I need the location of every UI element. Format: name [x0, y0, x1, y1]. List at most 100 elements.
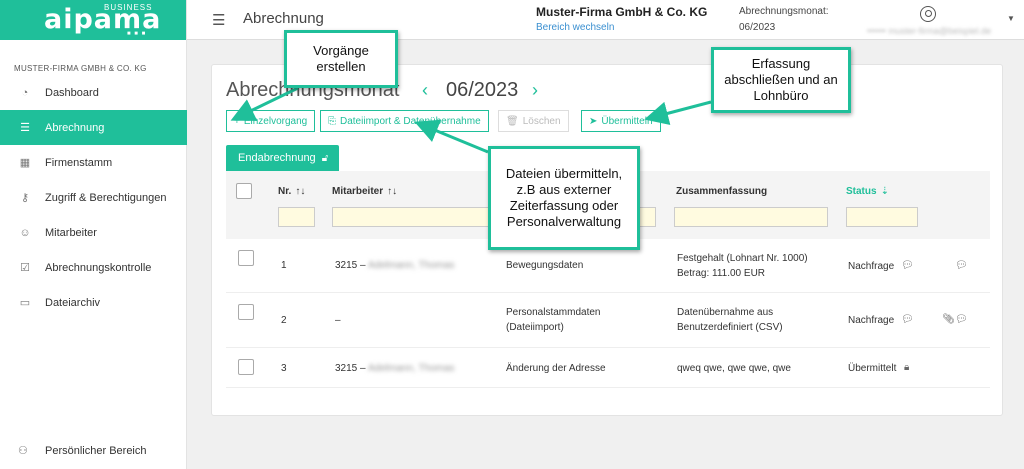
unlock-icon: 🔓︎: [321, 152, 329, 164]
billing-month-label: Abrechnungsmonat:: [739, 6, 829, 17]
current-month: 06/2023: [446, 79, 519, 101]
sidebar-item-abrechnung[interactable]: ☰ Abrechnung: [0, 110, 187, 145]
row-art: Bewegungsdaten: [506, 260, 584, 271]
row-summary-line1: Datenübernahme aus: [677, 307, 774, 318]
button-label: Übermitteln: [601, 115, 653, 127]
row-art: Personalstammdaten: [506, 307, 601, 318]
clipboard-check-icon: ☑: [20, 262, 30, 274]
switch-area-link[interactable]: Bereich wechseln: [536, 22, 614, 33]
sort-icon: ↑↓: [387, 186, 398, 197]
row-mitarbeiter-id: 3215 –: [335, 260, 366, 271]
row-checkbox[interactable]: [238, 359, 254, 375]
col-header-zusammenfassung: Zusammenfassung: [676, 186, 768, 197]
row-art: Änderung der Adresse: [506, 363, 606, 374]
building-icon: ▦: [19, 157, 31, 169]
tab-endabrechnung[interactable]: Endabrechnung 🔓︎: [226, 145, 339, 171]
file-import-icon: ⎘: [328, 115, 336, 127]
row-summary-line2: Betrag: 111.00 EUR: [677, 268, 766, 279]
row-status: Nachfrage: [848, 261, 895, 272]
row-mitarbeiter-id: –: [335, 315, 341, 326]
sidebar-item-abrechnungskontrolle[interactable]: ☑ Abrechnungskontrolle: [0, 250, 187, 285]
sidebar-nav: ◔ Dashboard ☰ Abrechnung ▦ Firmenstamm ⚷…: [0, 75, 187, 320]
loeschen-button[interactable]: 🗑 Löschen: [498, 110, 569, 132]
einzelvorgang-button[interactable]: + Einzelvorgang: [226, 110, 316, 132]
sidebar-item-firmenstamm[interactable]: ▦ Firmenstamm: [0, 145, 187, 180]
dateiimport-button[interactable]: ⎘ Dateiimport & Datenübernahme: [320, 110, 489, 132]
speech-bubble-icon: 💬︎: [901, 314, 914, 325]
list-icon: ☰: [20, 122, 30, 134]
row-summary-line1: qweq qwe, qwe qwe, qwe: [677, 363, 791, 374]
sidebar-item-label: Mitarbeiter: [45, 226, 97, 239]
hamburger-menu-icon[interactable]: ☰: [212, 11, 225, 29]
user-email: •••••• muster-firma@beispiel.de: [867, 26, 992, 36]
plus-icon: +: [234, 115, 240, 127]
row-summary-line2: Benutzerdefiniert (CSV): [677, 322, 783, 333]
filter-nr-input[interactable]: [278, 207, 315, 227]
sidebar-item-label: Dashboard: [45, 86, 99, 99]
table-row[interactable]: 2 – Personalstammdaten (Dateiimport) Dat…: [226, 293, 990, 348]
sort-icon: ↑↓: [295, 186, 306, 197]
button-label: Löschen: [522, 115, 561, 127]
callout-vorgaenge: Vorgänge erstellen: [284, 30, 398, 88]
header-company: Muster-Firma GmbH & Co. KG: [536, 5, 708, 19]
comment-icon[interactable]: 💬︎: [955, 314, 968, 325]
sidebar-item-personal[interactable]: ⚇ Persönlicher Bereich: [18, 444, 147, 458]
archive-icon: ▭: [19, 297, 31, 309]
comment-icon[interactable]: 💬︎: [955, 260, 968, 271]
button-label: Einzelvorgang: [243, 115, 308, 127]
row-nr: 3: [281, 363, 287, 374]
col-header-status[interactable]: Status ⇣: [846, 186, 889, 197]
sidebar-item-label: Abrechnung: [45, 121, 105, 134]
col-header-nr[interactable]: Nr. ↑↓: [278, 186, 305, 197]
table-row[interactable]: 3 3215 – Adelmann, Thomas Änderung der A…: [226, 348, 990, 388]
filter-mitarbeiter-input[interactable]: [332, 207, 492, 227]
next-month-icon[interactable]: ›: [532, 80, 538, 101]
sidebar-item-label: Dateiarchiv: [45, 296, 101, 309]
key-icon: ⚷: [20, 192, 30, 204]
send-icon: ➤: [589, 115, 598, 127]
billing-month-value: 06/2023: [739, 22, 776, 33]
sidebar-item-dateiarchiv[interactable]: ▭ Dateiarchiv: [0, 285, 187, 320]
speech-bubble-icon: 💬︎: [901, 260, 914, 271]
sidebar-item-zugriff[interactable]: ⚷ Zugriff & Berechtigungen: [0, 180, 187, 215]
tab-label: Endabrechnung: [238, 152, 316, 164]
row-nr: 2: [281, 315, 287, 326]
brand-dots: ■ ■ ■: [127, 31, 147, 37]
callout-erfassung: Erfassung abschließen und an Lohnbüro: [711, 47, 851, 113]
row-mitarbeiter-name: Adelmann, Thomas: [368, 260, 455, 271]
dashboard-gauge-icon: ◔: [21, 86, 29, 99]
row-summary-line1: Festgehalt (Lohnart Nr. 1000): [677, 253, 808, 264]
lock-icon: 🔒︎: [904, 362, 910, 373]
prev-month-icon[interactable]: ‹: [422, 80, 428, 101]
callout-dateien: Dateien übermitteln, z.B aus externer Ze…: [488, 146, 640, 250]
brand-sub: BUSINESS: [104, 3, 153, 12]
row-nr: 1: [281, 260, 287, 271]
user-avatar-icon[interactable]: [920, 6, 936, 22]
sidebar-item-dashboard[interactable]: ◔ Dashboard: [0, 75, 187, 110]
row-checkbox[interactable]: [238, 250, 254, 266]
filter-sort-icon: ⇣: [880, 186, 889, 197]
user-settings-icon: ⚇: [18, 445, 28, 457]
attachment-icon[interactable]: 📎︎: [942, 314, 955, 325]
uebermitteln-button[interactable]: ➤ Übermitteln: [581, 110, 661, 132]
row-checkbox[interactable]: [238, 304, 254, 320]
row-mitarbeiter-id: 3215 –: [335, 363, 366, 374]
filter-zusammenfassung-input[interactable]: [674, 207, 828, 227]
sidebar-item-mitarbeiter[interactable]: ☺ Mitarbeiter: [0, 215, 187, 250]
page-title: Abrechnung: [243, 10, 324, 27]
button-label: Dateiimport & Datenübernahme: [340, 115, 481, 127]
row-art-line2: (Dateiimport): [506, 322, 564, 333]
col-header-mitarbeiter[interactable]: Mitarbeiter ↑↓: [332, 186, 397, 197]
chevron-down-icon[interactable]: ▼: [1007, 14, 1015, 23]
sidebar: aipama BUSINESS ■ ■ ■ MUSTER-FIRMA GMBH …: [0, 0, 187, 469]
people-icon: ☺: [19, 226, 31, 239]
trash-icon: 🗑: [506, 115, 519, 127]
app-logo[interactable]: aipama BUSINESS ■ ■ ■: [0, 0, 186, 40]
sidebar-item-label: Zugriff & Berechtigungen: [45, 191, 167, 204]
sidebar-item-label: Persönlicher Bereich: [45, 444, 147, 457]
filter-status-input[interactable]: [846, 207, 918, 227]
row-status: Übermittelt: [848, 363, 897, 374]
select-all-checkbox[interactable]: [236, 183, 252, 199]
row-status: Nachfrage: [848, 315, 895, 326]
row-mitarbeiter-name: Adelmann, Thomas: [368, 363, 455, 374]
